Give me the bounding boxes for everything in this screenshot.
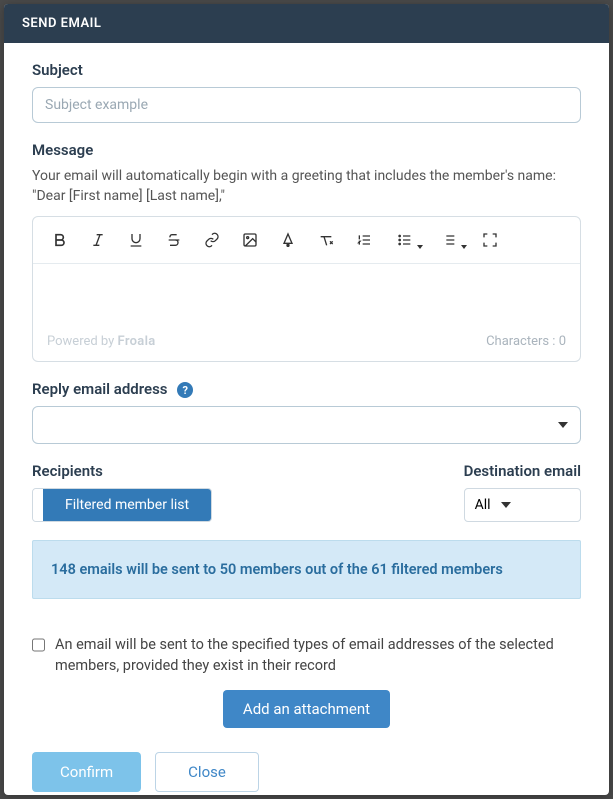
strikethrough-icon bbox=[166, 232, 182, 248]
paragraph-format-icon bbox=[441, 232, 457, 248]
image-button[interactable] bbox=[233, 225, 267, 255]
add-attachment-button[interactable]: Add an attachment bbox=[223, 690, 390, 728]
italic-button[interactable] bbox=[81, 225, 115, 255]
modal-body: Subject Message Your email will automati… bbox=[4, 43, 609, 795]
italic-icon bbox=[90, 232, 106, 248]
message-label: Message bbox=[32, 141, 581, 159]
message-section: Message Your email will automatically be… bbox=[32, 141, 581, 362]
editor-toolbar bbox=[33, 217, 580, 264]
help-icon[interactable]: ? bbox=[177, 382, 193, 398]
link-icon bbox=[204, 232, 220, 248]
editor-footer: Powered by Froala Characters : 0 bbox=[33, 324, 580, 361]
confirm-button[interactable]: Confirm bbox=[32, 752, 141, 792]
consent-row[interactable]: An email will be sent to the specified t… bbox=[32, 635, 581, 676]
fullscreen-icon bbox=[482, 232, 498, 248]
strikethrough-button[interactable] bbox=[157, 225, 191, 255]
consent-checkbox[interactable] bbox=[32, 638, 45, 652]
clear-format-button[interactable] bbox=[309, 225, 343, 255]
unordered-list-icon bbox=[397, 232, 413, 248]
send-email-modal: SEND EMAIL Subject Message Your email wi… bbox=[4, 4, 609, 795]
reply-section: Reply email address ? bbox=[32, 380, 581, 444]
recipients-toggle[interactable]: Filtered member list bbox=[32, 488, 212, 522]
bold-button[interactable] bbox=[43, 225, 77, 255]
filtered-member-list-button[interactable]: Filtered member list bbox=[43, 489, 211, 521]
recipients-summary-banner: 148 emails will be sent to 50 members ou… bbox=[32, 540, 581, 599]
fullscreen-button[interactable] bbox=[473, 225, 507, 255]
underline-button[interactable] bbox=[119, 225, 153, 255]
chevron-down-icon bbox=[558, 422, 568, 428]
destination-block: Destination email All bbox=[464, 462, 581, 522]
clear-format-icon bbox=[318, 232, 334, 248]
toggle-off-segment bbox=[33, 489, 43, 521]
attachment-row: Add an attachment bbox=[32, 690, 581, 728]
text-color-button[interactable] bbox=[271, 225, 305, 255]
reply-label: Reply email address ? bbox=[32, 380, 581, 398]
ordered-list-icon bbox=[356, 232, 372, 248]
footer-actions: Confirm Close bbox=[32, 752, 581, 792]
consent-text: An email will be sent to the specified t… bbox=[55, 635, 581, 676]
message-helper: Your email will automatically begin with… bbox=[32, 167, 581, 206]
recipients-row: Recipients Filtered member list Destinat… bbox=[32, 462, 581, 522]
text-color-icon bbox=[280, 232, 296, 248]
powered-by-label: Powered by Froala bbox=[47, 334, 156, 349]
unordered-list-button[interactable] bbox=[385, 225, 425, 255]
recipients-label: Recipients bbox=[32, 462, 212, 480]
modal-title: SEND EMAIL bbox=[22, 16, 101, 31]
underline-icon bbox=[128, 232, 144, 248]
rich-text-editor: Powered by Froala Characters : 0 bbox=[32, 216, 581, 362]
chevron-down-icon bbox=[501, 502, 511, 508]
bold-icon bbox=[52, 232, 68, 248]
recipients-block: Recipients Filtered member list bbox=[32, 462, 212, 522]
chevron-down-icon bbox=[461, 245, 467, 249]
char-counter: Characters : 0 bbox=[486, 334, 566, 349]
destination-email-select[interactable]: All bbox=[464, 488, 581, 522]
link-button[interactable] bbox=[195, 225, 229, 255]
modal-header: SEND EMAIL bbox=[4, 4, 609, 43]
subject-input[interactable] bbox=[32, 87, 581, 123]
close-button[interactable]: Close bbox=[155, 752, 259, 792]
subject-section: Subject bbox=[32, 61, 581, 123]
reply-email-select[interactable] bbox=[32, 406, 581, 444]
chevron-down-icon bbox=[417, 245, 423, 249]
destination-label: Destination email bbox=[464, 462, 581, 480]
paragraph-format-button[interactable] bbox=[429, 225, 469, 255]
image-icon bbox=[242, 232, 258, 248]
message-textarea[interactable] bbox=[33, 264, 580, 324]
ordered-list-button[interactable] bbox=[347, 225, 381, 255]
subject-label: Subject bbox=[32, 61, 581, 79]
